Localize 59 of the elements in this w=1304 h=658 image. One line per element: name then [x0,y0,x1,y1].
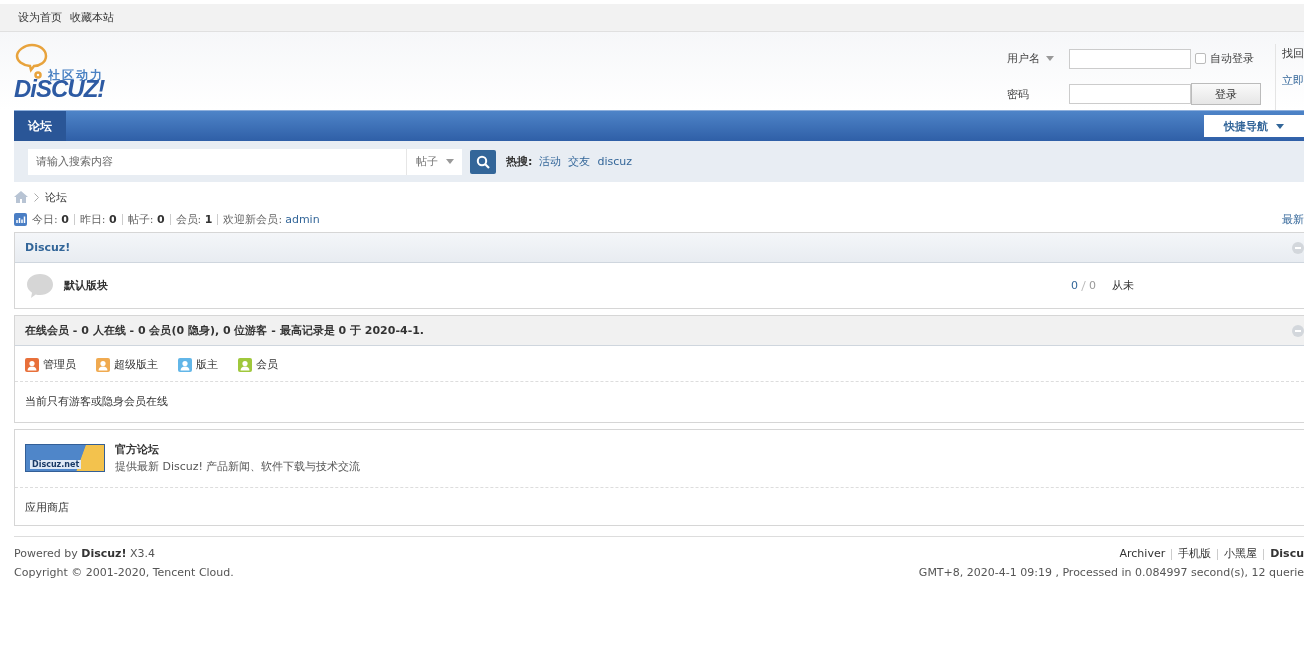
speech-bubble-icon [25,271,55,300]
friend-link[interactable]: 应用商店 [25,501,69,514]
stat-text: 帖子: 0 [127,211,165,227]
chart-icon [14,212,27,226]
welcome-label: 欢迎新会员: [223,211,283,227]
username-label[interactable]: 用户名 [1007,51,1069,67]
footer-link[interactable]: 手机版 [1178,547,1212,561]
powered-by-text: Powered by Discuz! X3.4 [14,547,157,561]
search-scope-dropdown[interactable]: 帖子 [406,148,462,175]
thought-bubble-icon [14,42,50,80]
category-title[interactable]: Discuz! [25,241,71,254]
forum-name[interactable]: 默认版块 [64,278,108,293]
online-summary: 在线会员 - 0 人在线 - 0 会员(0 隐身), 0 位游客 - 最高记录是 0 于 2020-4-1. [25,323,425,338]
nav-tab[interactable]: 论坛 [14,111,66,141]
logo-wordmark[interactable]: DiSCUZ! [14,78,144,104]
caret-icon [1046,56,1054,62]
link-description: 提供最新 Discuz! 产品新闻、软件下载与技术交流 [115,459,361,474]
legend-label: 超级版主 [114,357,158,372]
stat-text: 今日: 0 [32,211,69,227]
search-button[interactable] [470,149,496,174]
search-field[interactable]: 请输入搜索内容 [28,148,406,175]
password-label: 密码 [1007,86,1030,102]
home-icon [14,191,28,203]
caret-icon [445,159,454,164]
quick-nav-button[interactable]: 快捷导航 [1204,115,1304,137]
login-button[interactable]: 登录 [1191,83,1261,106]
copyright-text: Copyright © 2001-2020, Tencent Cloud. [14,566,234,580]
search-icon [476,154,490,169]
hot-search-link[interactable]: 交友 [568,154,591,169]
footer-link[interactable]: 小黑屋 [1224,547,1258,561]
link-title[interactable]: 官方论坛 [115,442,361,457]
latest-posts-link[interactable]: 最新 [1282,211,1304,227]
password-field[interactable] [1069,84,1191,105]
register-link[interactable]: 立即 [1282,73,1304,88]
caret-icon [1276,123,1284,129]
processing-info: GMT+8, 2020-4-1 09:19 , Processed in 0.084997 second(s), 12 querie [918,566,1304,580]
username-field[interactable] [1069,48,1191,69]
hot-search-link[interactable]: 活动 [539,154,562,169]
auto-login-checkbox[interactable]: 自动登录 [1195,51,1279,67]
footer-link[interactable]: Discu [1270,547,1304,561]
footer-link[interactable]: Archiver [1119,547,1166,561]
hot-search-link[interactable]: discuz [597,155,632,168]
member-link[interactable]: admin [285,212,320,226]
post-count: 0 [1089,279,1096,292]
thread-count: 0 [1071,279,1078,292]
breadcrumb-link[interactable]: 论坛 [45,189,67,205]
forgot-password-link[interactable]: 找回 [1282,46,1304,61]
stat-text: 昨日: 0 [79,211,117,227]
site-banner[interactable]: Discuz.net [25,444,105,472]
last-post: 从未 [1112,278,1135,293]
hot-search-label: 热搜: [506,154,533,169]
chevron-icon [34,192,39,202]
top-link[interactable]: 设为首页 [18,10,62,25]
online-note: 当前只有游客或隐身会员在线 [24,394,169,410]
stat-text: 会员: 1 [175,211,213,227]
top-link[interactable]: 收藏本站 [70,10,114,25]
legend-label: 管理员 [43,357,76,372]
legend-label: 会员 [256,357,278,372]
legend-label: 版主 [196,357,218,372]
